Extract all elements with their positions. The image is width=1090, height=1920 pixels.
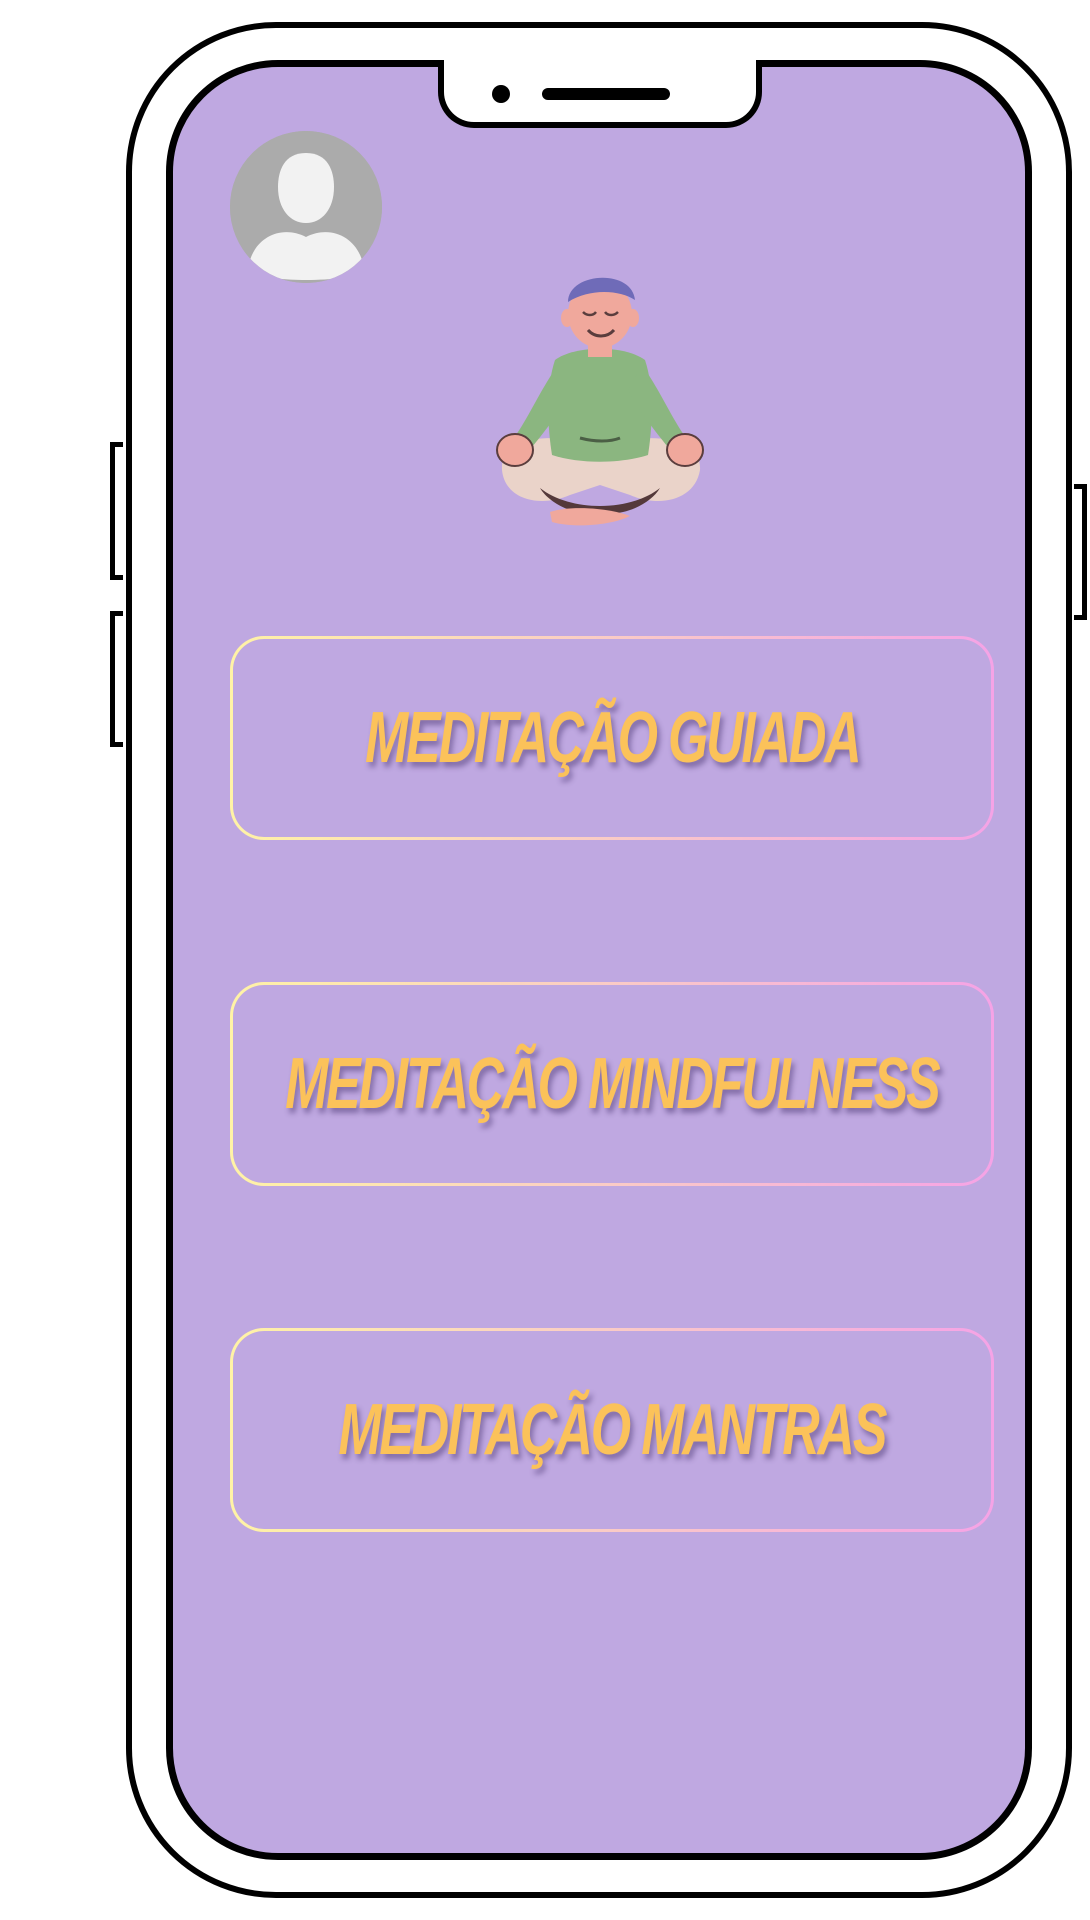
power-button [1074,484,1087,620]
front-camera [492,85,510,103]
mindfulness-meditation-button[interactable]: MEDITAÇÃO MINDFULNESS [230,982,994,1186]
earpiece-speaker [542,88,670,100]
meditating-person-illustration [496,277,704,526]
user-avatar-icon[interactable] [230,131,382,283]
mindfulness-meditation-label: MEDITAÇÃO MINDFULNESS [285,1044,941,1124]
mantras-meditation-label: MEDITAÇÃO MANTRAS [338,1390,888,1470]
guided-meditation-label: MEDITAÇÃO GUIADA [364,698,862,778]
phone-notch [438,60,762,128]
volume-down-button [110,611,123,747]
mantras-meditation-button[interactable]: MEDITAÇÃO MANTRAS [230,1328,994,1532]
guided-meditation-button[interactable]: MEDITAÇÃO GUIADA [230,636,994,840]
avatar-silhouette [230,131,382,283]
volume-up-button [110,442,123,580]
